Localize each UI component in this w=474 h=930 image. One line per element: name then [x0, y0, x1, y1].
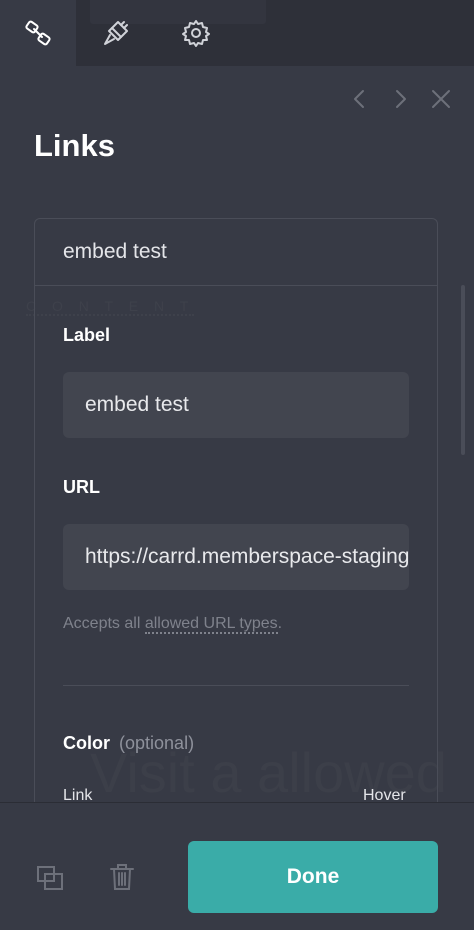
trash-icon — [110, 864, 134, 890]
link-item-card: embed test Label embed test URL https://… — [34, 218, 438, 858]
tab-style[interactable] — [78, 0, 154, 66]
duplicate-button[interactable] — [32, 861, 68, 897]
tab-links[interactable] — [0, 0, 76, 66]
tab-settings[interactable] — [158, 0, 234, 66]
url-hint-prefix: Accepts all — [63, 615, 145, 632]
color-label: Color — [63, 733, 110, 753]
url-hint-suffix: . — [277, 615, 283, 632]
close-button[interactable] — [429, 86, 453, 112]
panel-title: Links — [34, 128, 115, 163]
duplicate-icon — [37, 866, 63, 890]
done-button[interactable]: Done — [188, 841, 438, 913]
chevron-left-icon — [354, 90, 364, 108]
gear-icon — [182, 20, 210, 47]
chevron-right-icon — [396, 90, 406, 108]
link-item-header[interactable]: embed test — [35, 219, 437, 286]
url-input[interactable]: https://carrd.memberspace-staging — [63, 524, 409, 590]
link-icon — [25, 20, 51, 46]
label-input[interactable]: embed test — [63, 372, 409, 438]
divider — [63, 685, 409, 686]
paintbrush-icon — [104, 21, 128, 45]
next-button[interactable] — [388, 86, 412, 112]
tab-bar — [0, 0, 474, 66]
color-optional-label: (optional) — [119, 733, 195, 753]
allowed-url-types-link[interactable]: allowed URL types — [144, 615, 278, 634]
url-field-label: URL — [63, 477, 100, 497]
delete-button[interactable] — [104, 859, 140, 895]
footer-bar: Done — [0, 802, 474, 930]
color-field-label: Color (optional) — [63, 733, 194, 754]
label-field-label: Label — [63, 325, 111, 345]
scrollbar[interactable] — [461, 285, 465, 455]
close-icon — [432, 90, 450, 108]
previous-button[interactable] — [348, 86, 372, 112]
url-hint: Accepts all allowed URL types. — [63, 615, 283, 634]
